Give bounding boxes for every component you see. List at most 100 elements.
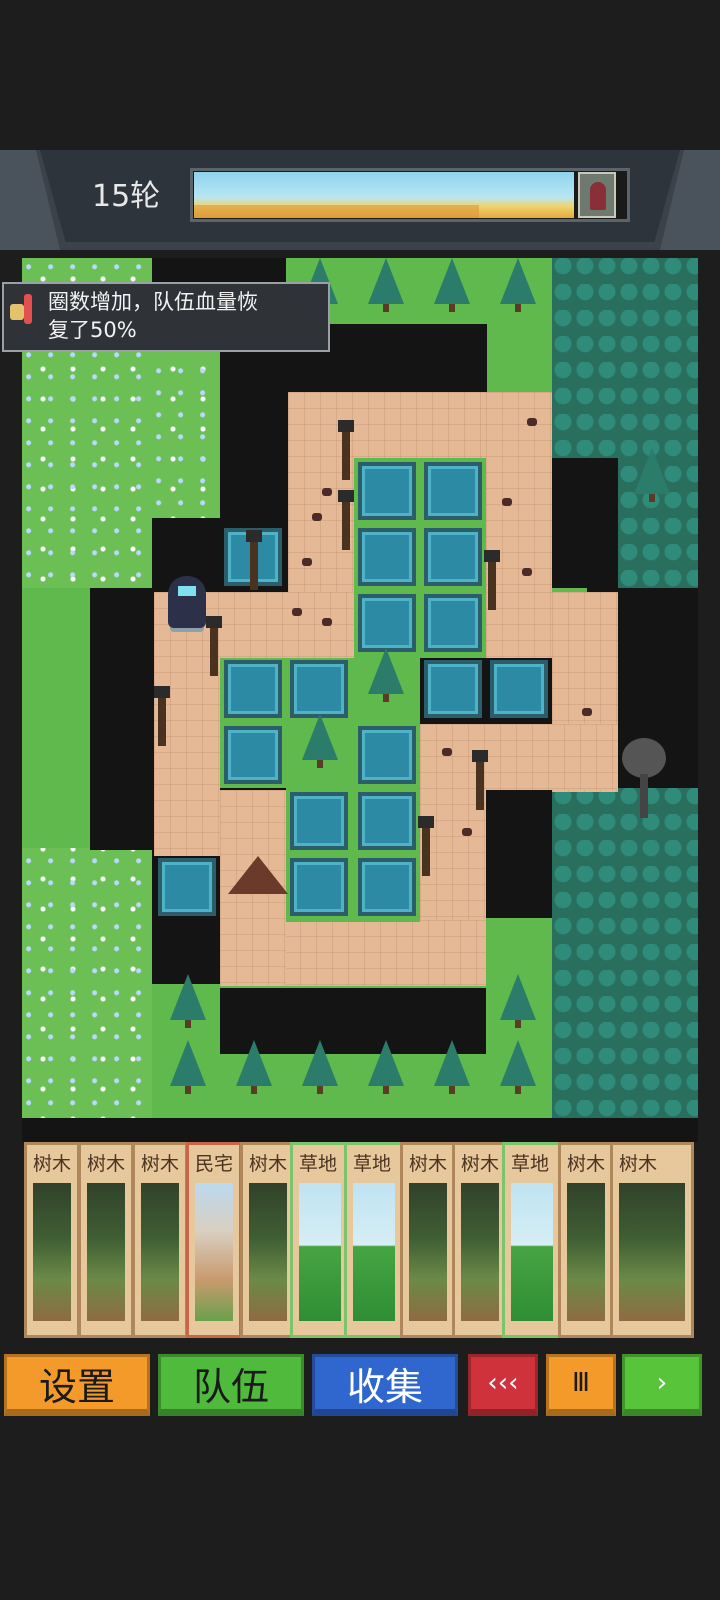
pond-tile [358, 462, 416, 520]
enemy-unit[interactable] [462, 828, 472, 836]
card-title: 树木 [33, 1153, 72, 1175]
forest-art [33, 1183, 71, 1321]
enemy-unit[interactable] [527, 418, 537, 426]
card-title: 草地 [511, 1153, 550, 1175]
empty-tile [220, 392, 286, 522]
enemy-unit[interactable] [442, 748, 452, 756]
street-lamp [338, 420, 354, 480]
enemy-unit[interactable] [582, 708, 592, 716]
pine-tree [302, 714, 338, 768]
card-tree[interactable]: 树木 [610, 1142, 694, 1338]
pine-tree [434, 1040, 470, 1094]
pond-tile [358, 594, 416, 652]
pine-tree [302, 1040, 338, 1094]
forest-art [249, 1183, 287, 1321]
empty-tile [90, 588, 156, 850]
toast-message-line2: 复了50% [48, 318, 137, 342]
card-hand: 树木 树木 树木 民宅 树木 草地 草地 树木 树木 草地 树木 树木 [24, 1142, 694, 1340]
card-tree[interactable]: 树木 [24, 1142, 80, 1338]
pond-tile [290, 792, 348, 850]
grass-art [353, 1183, 395, 1321]
pond-tile [224, 660, 282, 718]
pond-tile [424, 660, 482, 718]
hero-character[interactable] [168, 576, 206, 628]
pine-tree [368, 648, 404, 702]
card-tree[interactable]: 树木 [78, 1142, 134, 1338]
pine-tree [236, 1040, 272, 1094]
street-lamp [154, 686, 170, 746]
empty-tile [552, 458, 618, 588]
potion-icon [10, 292, 32, 326]
forest-art [141, 1183, 179, 1321]
pond-tile [158, 858, 216, 916]
card-title: 民宅 [195, 1153, 234, 1175]
pond-tile [290, 858, 348, 916]
empty-tile [486, 788, 552, 918]
pond-tile [358, 726, 416, 784]
pine-tree [500, 1040, 536, 1094]
pond-tile [358, 858, 416, 916]
pond-tile [490, 660, 548, 718]
street-lamp [484, 550, 500, 610]
pond-tile [424, 462, 482, 520]
enemy-unit[interactable] [502, 498, 512, 506]
grass-art [511, 1183, 553, 1321]
card-tree[interactable]: 树木 [400, 1142, 456, 1338]
enemy-unit[interactable] [522, 568, 532, 576]
pond-tile [290, 660, 348, 718]
pause-button[interactable]: Ⅲ [546, 1354, 616, 1416]
toast-message: 圈数增加，队伍血量恢 复了50% [48, 288, 323, 350]
day-progress-fill [194, 205, 479, 218]
enemy-unit[interactable] [322, 488, 332, 496]
card-title: 草地 [299, 1153, 338, 1175]
card-house[interactable]: 民宅 [186, 1142, 242, 1338]
forest-art [409, 1183, 447, 1321]
collect-button[interactable]: 收集 [312, 1354, 458, 1416]
street-lamp [472, 750, 488, 810]
pine-tree [368, 258, 404, 312]
card-title: 树木 [567, 1153, 606, 1175]
game-map[interactable] [22, 258, 698, 1142]
team-button[interactable]: 队伍 [158, 1354, 304, 1416]
house-art [195, 1183, 233, 1321]
card-tree[interactable]: 树木 [240, 1142, 296, 1338]
enemy-unit[interactable] [322, 618, 332, 626]
enemy-unit[interactable] [292, 608, 302, 616]
enemy-unit[interactable] [302, 558, 312, 566]
rewind-button[interactable]: ‹‹‹ [468, 1354, 538, 1416]
witch-portrait-icon[interactable] [578, 172, 616, 218]
grass-art [299, 1183, 341, 1321]
card-title: 树木 [409, 1153, 448, 1175]
pond-tile [424, 594, 482, 652]
pine-tree [500, 258, 536, 312]
card-grass[interactable]: 草地 [344, 1142, 404, 1338]
card-title: 树木 [619, 1153, 658, 1175]
pine-tree [634, 448, 670, 502]
forest-art [567, 1183, 605, 1321]
card-tree[interactable]: 树木 [132, 1142, 188, 1338]
play-button[interactable]: › [622, 1354, 702, 1416]
pine-tree [368, 1040, 404, 1094]
enemy-unit[interactable] [312, 513, 322, 521]
card-grass[interactable]: 草地 [290, 1142, 350, 1338]
card-title: 草地 [353, 1153, 392, 1175]
street-lamp [338, 490, 354, 550]
card-grass[interactable]: 草地 [502, 1142, 562, 1338]
street-lamp [418, 816, 434, 876]
card-title: 树木 [141, 1153, 180, 1175]
forest-art [461, 1183, 499, 1321]
card-tree[interactable]: 树木 [558, 1142, 614, 1338]
pond-tile [358, 528, 416, 586]
radar-tower[interactable] [622, 738, 670, 818]
settings-button[interactable]: 设置 [4, 1354, 150, 1416]
card-title: 树木 [87, 1153, 126, 1175]
pine-tree [434, 258, 470, 312]
pond-tile [358, 792, 416, 850]
pine-tree [500, 974, 536, 1028]
toast-message-line1: 圈数增加，队伍血量恢 [48, 290, 258, 314]
pond-tile [224, 726, 282, 784]
pine-tree [170, 974, 206, 1028]
card-tree[interactable]: 树木 [452, 1142, 508, 1338]
pond-tile [424, 528, 482, 586]
pine-tree [170, 1040, 206, 1094]
